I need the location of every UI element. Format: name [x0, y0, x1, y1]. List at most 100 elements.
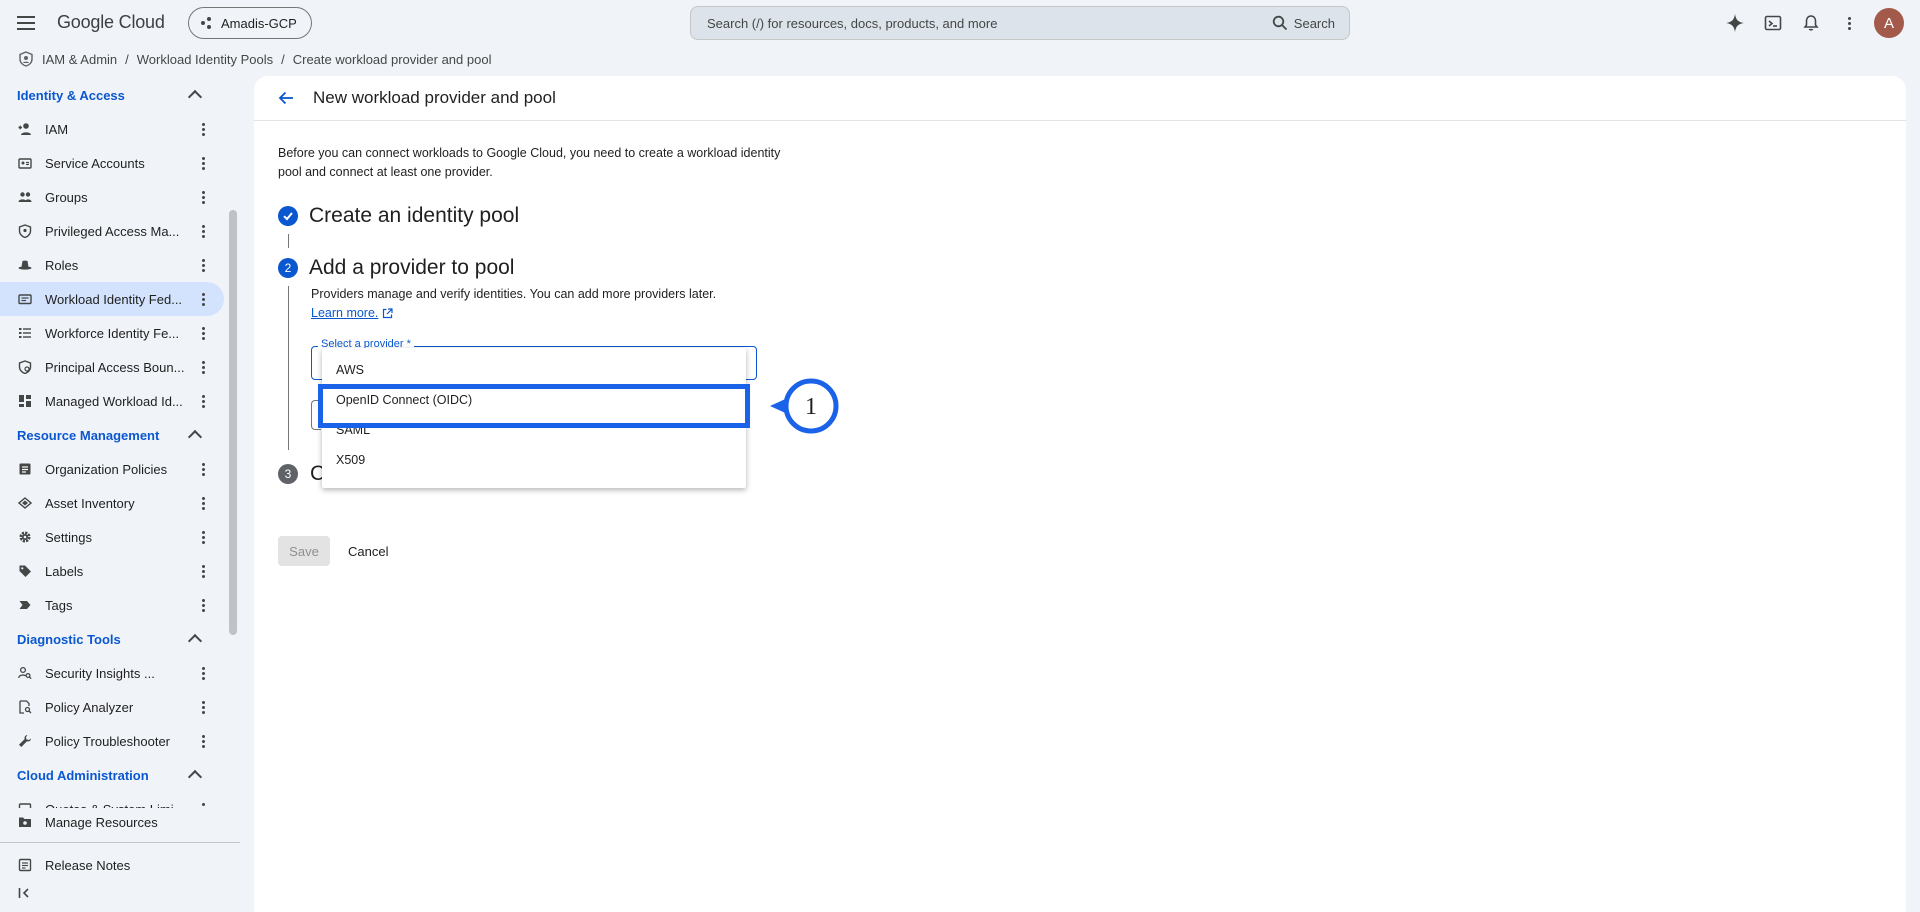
more-vert-icon[interactable]	[196, 530, 210, 544]
more-vert-icon[interactable]	[196, 224, 210, 238]
sidebar: Identity & Access IAM Service Accounts G…	[0, 78, 226, 912]
more-vert-icon[interactable]	[196, 156, 210, 170]
breadcrumb-separator: /	[125, 51, 129, 67]
sidebar-item-label: Security Insights ...	[45, 665, 155, 681]
more-vert-icon[interactable]	[196, 734, 210, 748]
sidebar-item-label: Policy Analyzer	[45, 699, 134, 715]
label-icon	[18, 598, 32, 612]
step-3-number: 3	[278, 464, 298, 484]
hamburger-line	[17, 16, 35, 18]
page-header: New workload provider and pool	[254, 76, 1906, 121]
sidebar-item-label: Settings	[45, 529, 92, 545]
section-title: Resource Management	[17, 427, 160, 443]
sidebar-item-label: Service Accounts	[45, 155, 145, 171]
chevron-up-icon	[187, 633, 203, 649]
sidebar-item-policy-troubleshooter[interactable]: Policy Troubleshooter	[0, 724, 224, 758]
sidebar-divider	[0, 842, 240, 843]
terminal-icon	[1764, 15, 1782, 31]
layers-icon	[18, 496, 32, 510]
sidebar-item-labels[interactable]: Labels	[0, 554, 224, 588]
sidebar-item-roles[interactable]: Roles	[0, 248, 224, 282]
more-vert-icon[interactable]	[196, 564, 210, 578]
sidebar-scrollbar[interactable]	[229, 210, 237, 635]
more-vert-icon[interactable]	[196, 326, 210, 340]
more-vert-icon[interactable]	[196, 462, 210, 476]
more-vert-icon[interactable]	[196, 394, 210, 408]
sidebar-item-principal-access-boundary[interactable]: Principal Access Boun...	[0, 350, 224, 384]
sidebar-item-groups[interactable]: Groups	[0, 180, 224, 214]
more-vert-icon[interactable]	[196, 598, 210, 612]
collapse-sidebar-button[interactable]	[18, 886, 32, 903]
section-identity-access[interactable]: Identity & Access	[0, 78, 226, 112]
more-vert-icon[interactable]	[196, 292, 210, 306]
more-vert-icon[interactable]	[196, 666, 210, 680]
external-link-icon	[383, 307, 394, 318]
more-vert-icon[interactable]	[196, 190, 210, 204]
sidebar-item-service-accounts[interactable]: Service Accounts	[0, 146, 224, 180]
sidebar-item-organization-policies[interactable]: Organization Policies	[0, 452, 224, 486]
search-icon	[1272, 15, 1287, 31]
sidebar-item-managed-workload-identity[interactable]: Managed Workload Id...	[0, 384, 224, 418]
id-card-icon	[18, 292, 32, 306]
project-picker[interactable]: Amadis-GCP	[188, 7, 312, 39]
section-title: Identity & Access	[17, 87, 125, 103]
step-connector	[288, 286, 289, 450]
sidebar-item-workload-identity-federation[interactable]: Workload Identity Fed...	[0, 282, 224, 316]
sidebar-item-policy-analyzer[interactable]: Policy Analyzer	[0, 690, 224, 724]
notifications-button[interactable]	[1792, 6, 1830, 40]
more-vert-icon[interactable]	[196, 122, 210, 136]
check-circle-icon	[278, 206, 298, 226]
search-button[interactable]: Search	[1272, 15, 1349, 31]
form-actions: Save Cancel	[278, 536, 398, 566]
step-1-title: Create an identity pool	[309, 204, 520, 227]
hamburger-line	[17, 22, 35, 24]
sidebar-item-asset-inventory[interactable]: Asset Inventory	[0, 486, 224, 520]
search-bar[interactable]: Search	[690, 6, 1350, 40]
sidebar-item-iam[interactable]: IAM	[0, 112, 224, 146]
gear-icon	[18, 530, 32, 544]
sidebar-item-workforce-identity-federation[interactable]: Workforce Identity Fe...	[0, 316, 224, 350]
folder-settings-icon	[18, 815, 32, 829]
section-resource-management[interactable]: Resource Management	[0, 418, 226, 452]
search-input[interactable]	[707, 15, 1272, 31]
more-options-button[interactable]	[1830, 6, 1868, 40]
sidebar-item-manage-resources[interactable]: Manage Resources	[0, 808, 224, 836]
chevron-up-icon	[187, 429, 203, 445]
back-button[interactable]	[272, 84, 300, 112]
more-vert-icon[interactable]	[196, 496, 210, 510]
group-icon	[18, 190, 32, 204]
sidebar-item-label: Privileged Access Ma...	[45, 223, 180, 239]
sidebar-item-tags[interactable]: Tags	[0, 588, 224, 622]
section-title: Diagnostic Tools	[17, 631, 121, 647]
sidebar-item-label: Labels	[45, 563, 84, 579]
google-cloud-logo[interactable]: Google Cloud	[57, 12, 165, 33]
breadcrumb-current: Create workload provider and pool	[292, 51, 492, 67]
more-vert-icon[interactable]	[196, 258, 210, 272]
option-aws[interactable]: AWS	[322, 356, 746, 384]
learn-more-link[interactable]: Learn more.	[311, 306, 394, 320]
annotation-number: 1	[805, 394, 817, 420]
sidebar-item-release-notes[interactable]: Release Notes	[0, 850, 224, 880]
section-cloud-administration[interactable]: Cloud Administration	[0, 758, 226, 792]
section-diagnostic-tools[interactable]: Diagnostic Tools	[0, 622, 226, 656]
breadcrumb-iam-admin[interactable]: IAM & Admin	[42, 52, 117, 67]
sidebar-item-label: Managed Workload Id...	[45, 393, 183, 409]
sidebar-item-privileged-access[interactable]: Privileged Access Ma...	[0, 214, 224, 248]
save-button[interactable]: Save	[278, 536, 330, 566]
gemini-button[interactable]	[1716, 6, 1754, 40]
more-vert-icon[interactable]	[196, 700, 210, 714]
more-vert-icon[interactable]	[196, 360, 210, 374]
sidebar-item-label: Release Notes	[45, 857, 131, 873]
sidebar-item-settings[interactable]: Settings	[0, 520, 224, 554]
sidebar-item-security-insights[interactable]: Security Insights ...	[0, 656, 224, 690]
avatar[interactable]: A	[1874, 8, 1904, 38]
article-icon	[18, 462, 32, 476]
main-menu-button[interactable]	[14, 12, 38, 34]
option-x509[interactable]: X509	[322, 446, 746, 474]
breadcrumb-workload-identity-pools[interactable]: Workload Identity Pools	[137, 52, 273, 67]
cancel-button[interactable]: Cancel	[338, 536, 398, 566]
project-name: Amadis-GCP	[221, 15, 297, 31]
tag-icon	[18, 564, 32, 578]
cloud-shell-button[interactable]	[1754, 6, 1792, 40]
dashboard-icon	[18, 394, 32, 408]
